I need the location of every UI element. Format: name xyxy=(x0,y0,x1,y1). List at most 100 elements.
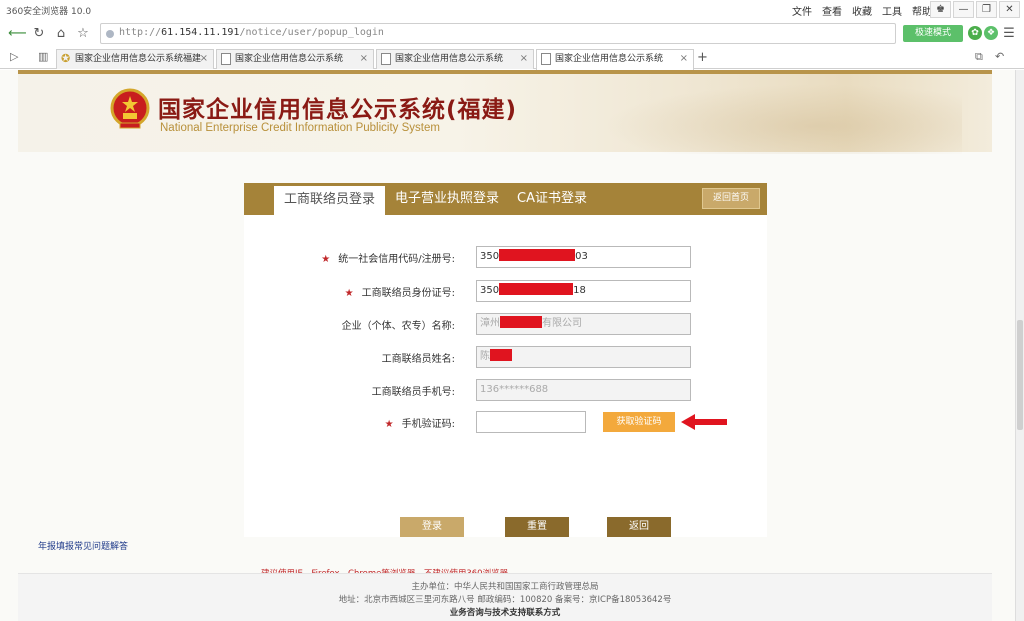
footer-address: 地址：北京市西城区三里河东路八号 邮政编码：100820 备案号：京ICP备18… xyxy=(338,595,672,605)
redaction-mark xyxy=(500,316,542,328)
site-title-province: (福建) xyxy=(446,97,518,123)
sms-code-label: 手机验证码: xyxy=(401,419,455,430)
undo-close-icon[interactable]: ↶ xyxy=(995,50,1004,63)
redaction-mark xyxy=(499,249,576,261)
tab-close-icon[interactable]: × xyxy=(680,50,688,68)
credit-code-label: 统一社会信用代码/注册号: xyxy=(338,254,455,265)
liaison-name-label: 工商联络员姓名: xyxy=(381,354,455,365)
required-star-icon: ★ xyxy=(344,288,354,299)
extension-icon-2[interactable]: ❖ xyxy=(984,26,998,40)
sidebar-toggle-icon[interactable]: ▷ xyxy=(10,50,18,63)
reset-button[interactable]: 重置 xyxy=(505,517,569,537)
refresh-icon[interactable]: ↻ xyxy=(30,25,48,42)
scrollbar-thumb[interactable] xyxy=(1017,320,1023,430)
get-sms-code-button[interactable]: 获取验证码 xyxy=(603,412,675,432)
field-label: ★ 工商联络员身份证号: xyxy=(345,284,455,299)
site-title-main: 国家企业信用信息公示系统 xyxy=(158,97,446,123)
tab-title: 国家企业信用信息公示系统福建 xyxy=(75,54,202,64)
footer-support-link[interactable]: 业务咨询与技术支持联系方式 xyxy=(18,607,992,620)
field-liaison-id: ★ 工商联络员身份证号: 350 18 xyxy=(244,280,767,302)
page-icon xyxy=(221,53,231,65)
close-button[interactable]: ✕ xyxy=(999,1,1020,18)
minimize-button[interactable]: — xyxy=(953,1,974,18)
sms-code-input[interactable] xyxy=(476,411,586,433)
tab-close-icon[interactable]: × xyxy=(360,50,368,68)
menu-file[interactable]: 文件 xyxy=(792,3,812,18)
field-credit-code: ★ 统一社会信用代码/注册号: 350 03 xyxy=(244,246,767,268)
restore-tabs-icon[interactable]: ⧉ xyxy=(975,50,983,64)
mountain-banner xyxy=(602,84,962,154)
extension-icon[interactable]: ✿ xyxy=(968,26,982,40)
menu-favorites[interactable]: 收藏 xyxy=(852,3,872,18)
tab-2[interactable]: 国家企业信用信息公示系统 × xyxy=(216,49,374,69)
required-star-icon: ★ xyxy=(321,254,331,265)
star-icon[interactable]: ☆ xyxy=(74,25,92,42)
redaction-mark xyxy=(499,283,574,295)
page-icon xyxy=(541,53,551,65)
redaction-mark xyxy=(490,349,512,361)
site-title: 国家企业信用信息公示系统(福建) xyxy=(158,90,517,124)
browser-titlebar: 360安全浏览器 10.0 文件 查看 收藏 工具 帮助 ♚ — ❐ ✕ xyxy=(0,0,1024,20)
menu-tools[interactable]: 工具 xyxy=(882,3,902,18)
credit-code-prefix: 350 xyxy=(480,251,500,262)
credit-code-input[interactable]: 350 03 xyxy=(476,246,691,268)
tab-4-active[interactable]: 国家企业信用信息公示系统 × xyxy=(536,49,694,70)
browser-app-title: 360安全浏览器 10.0 xyxy=(6,7,92,17)
liaison-id-input[interactable]: 350 18 xyxy=(476,280,691,302)
url-host: 61.154.11.191 xyxy=(161,27,240,38)
back-home-button[interactable]: 返回首页 xyxy=(702,188,760,209)
address-toolbar: ⟵ ↻ ⌂ ☆ http://61.154.11.191/notice/user… xyxy=(0,22,1024,45)
login-button[interactable]: 登录 xyxy=(400,517,464,537)
liaison-id-prefix: 350 xyxy=(480,285,500,296)
tab-liaison-login[interactable]: 工商联络员登录 xyxy=(274,186,386,215)
credit-code-suffix: 03 xyxy=(575,251,588,262)
field-liaison-name: 工商联络员姓名: 陈 xyxy=(244,346,767,368)
login-tabs: 工商联络员登录 电子营业执照登录 CA证书登录 返回首页 xyxy=(244,183,767,215)
tab-strip: ▷ ▥ ✪ 国家企业信用信息公示系统福建 × 国家企业信用信息公示系统 × 国家… xyxy=(0,47,1024,70)
url-input[interactable]: http://61.154.11.191/notice/user/popup_l… xyxy=(100,23,896,44)
liaison-name-input: 陈 xyxy=(476,346,691,368)
tab-3[interactable]: 国家企业信用信息公示系统 × xyxy=(376,49,534,69)
tab-ca-cert-login[interactable]: CA证书登录 xyxy=(517,183,587,215)
skin-icon[interactable]: ♚ xyxy=(930,1,951,18)
home-icon[interactable]: ⌂ xyxy=(52,25,70,42)
gov-emblem-icon: ✪ xyxy=(61,52,71,65)
tab-title: 国家企业信用信息公示系统 xyxy=(395,54,504,64)
page-footer: 主办单位：中华人民共和国国家工商行政管理总局 地址：北京市西城区三里河东路八号 … xyxy=(18,573,992,621)
enterprise-name-suffix: 有限公司 xyxy=(542,318,582,329)
speed-mode-button[interactable]: 极速模式 xyxy=(903,25,963,42)
footer-organizer: 主办单位：中华人民共和国国家工商行政管理总局 xyxy=(411,582,599,592)
annual-report-faq-link[interactable]: 年报填报常见问题解答 xyxy=(38,539,128,552)
menu-icon[interactable]: ☰ xyxy=(1000,25,1018,42)
url-text: http://61.154.11.191/notice/user/popup_l… xyxy=(119,27,384,38)
url-path: /notice/user/popup_login xyxy=(239,27,384,38)
tab-close-icon[interactable]: × xyxy=(520,50,528,68)
return-button[interactable]: 返回 xyxy=(607,517,671,537)
enterprise-name-input: 漳州 有限公司 xyxy=(476,313,691,335)
national-emblem-icon xyxy=(110,88,150,129)
enterprise-name-label: 企业（个体、农专）名称: xyxy=(341,321,455,332)
page-scrollbar[interactable] xyxy=(1015,70,1024,621)
browser-menu-bar: 文件 查看 收藏 工具 帮助 xyxy=(792,3,932,18)
tab-list-icon[interactable]: ▥ xyxy=(38,50,48,63)
liaison-phone-input: 136******688 xyxy=(476,379,691,401)
maximize-button[interactable]: ❐ xyxy=(976,1,997,18)
red-arrow-icon xyxy=(681,414,727,430)
tab-1[interactable]: ✪ 国家企业信用信息公示系统福建 × xyxy=(56,49,214,69)
field-liaison-phone: 工商联络员手机号: 136******688 xyxy=(244,379,767,401)
field-label: ★ 手机验证码: xyxy=(385,415,455,430)
tab-ebusiness-license-login[interactable]: 电子营业执照登录 xyxy=(395,183,499,215)
menu-view[interactable]: 查看 xyxy=(822,3,842,18)
site-info-icon[interactable] xyxy=(106,30,114,38)
back-icon[interactable]: ⟵ xyxy=(8,25,27,42)
liaison-id-label: 工商联络员身份证号: xyxy=(361,288,455,299)
field-sms-code: ★ 手机验证码: 获取验证码 xyxy=(244,411,767,433)
liaison-phone-label: 工商联络员手机号: xyxy=(371,387,455,398)
tab-close-icon[interactable]: × xyxy=(200,50,208,68)
liaison-id-suffix: 18 xyxy=(573,285,586,296)
page-icon xyxy=(381,53,391,65)
required-star-icon: ★ xyxy=(384,419,394,430)
field-label: ★ 统一社会信用代码/注册号: xyxy=(321,250,455,265)
new-tab-icon[interactable]: + xyxy=(697,50,708,65)
window-controls: ♚ — ❐ ✕ xyxy=(928,1,1020,18)
